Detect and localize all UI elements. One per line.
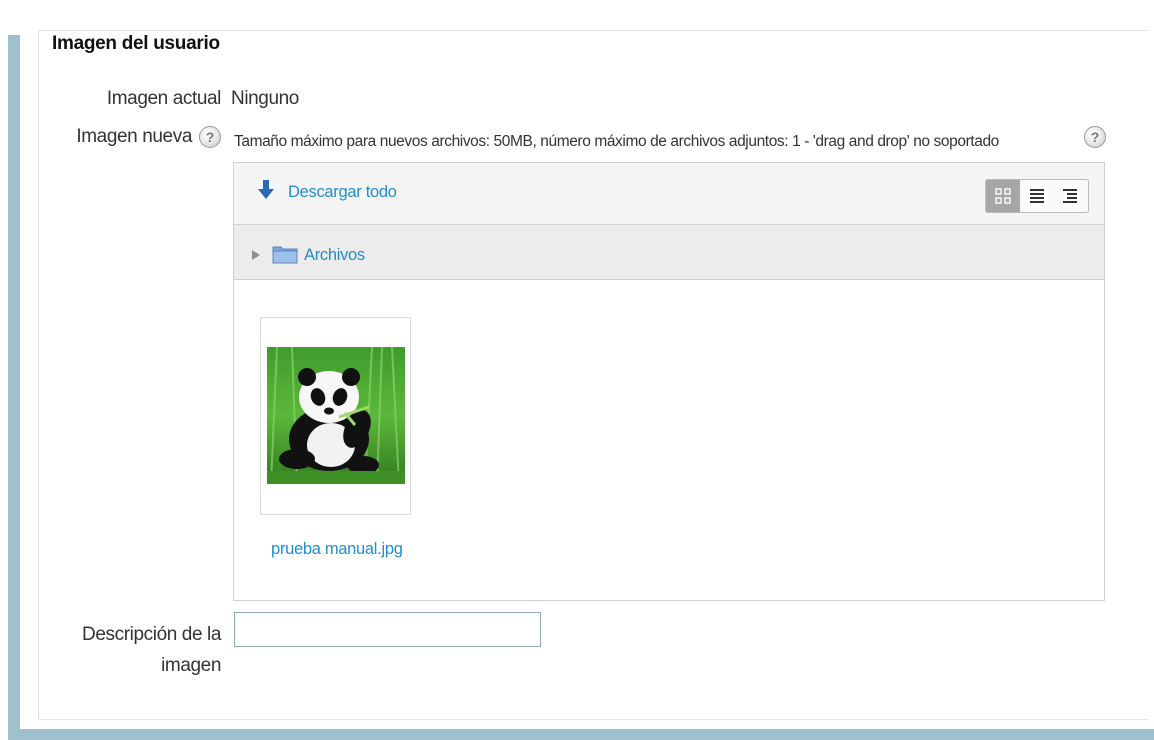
panda-photo	[267, 347, 405, 484]
icons-view-icon[interactable]	[986, 180, 1020, 212]
description-label: Descripción de la imagen	[40, 619, 221, 681]
description-label-line2: imagen	[161, 655, 221, 676]
current-image-label: Imagen actual	[106, 88, 222, 109]
path-root-link[interactable]: Archivos	[304, 246, 365, 265]
tree-view-icon[interactable]	[1054, 180, 1088, 212]
help-icon[interactable]: ?	[199, 126, 221, 148]
expand-arrow-icon[interactable]	[252, 250, 260, 260]
file-limits-text: Tamaño máximo para nuevos archivos: 50MB…	[234, 133, 999, 150]
file-thumbnail[interactable]	[260, 317, 411, 515]
file-manager: Descargar todo Archivos prueba manual.jp…	[233, 162, 1105, 601]
file-name-link[interactable]: prueba manual.jpg	[271, 540, 403, 559]
page-frame-bottom	[8, 729, 1154, 740]
current-image-value: Ninguno	[231, 88, 299, 109]
file-manager-toolbar: Descargar todo	[234, 163, 1104, 225]
help-icon[interactable]: ?	[1084, 126, 1106, 148]
view-mode-switcher	[985, 179, 1089, 213]
section-legend[interactable]: Imagen del usuario	[52, 33, 224, 55]
description-input[interactable]	[234, 612, 541, 647]
list-view-icon[interactable]	[1020, 180, 1054, 212]
new-image-label: Imagen nueva	[76, 126, 192, 147]
folder-icon	[272, 246, 298, 264]
download-all-link[interactable]: Descargar todo	[288, 183, 397, 202]
down-arrow-icon[interactable]	[258, 179, 274, 201]
file-manager-path-bar: Archivos	[234, 225, 1104, 280]
page-frame-left	[8, 35, 20, 740]
description-label-line1: Descripción de la	[82, 624, 221, 645]
